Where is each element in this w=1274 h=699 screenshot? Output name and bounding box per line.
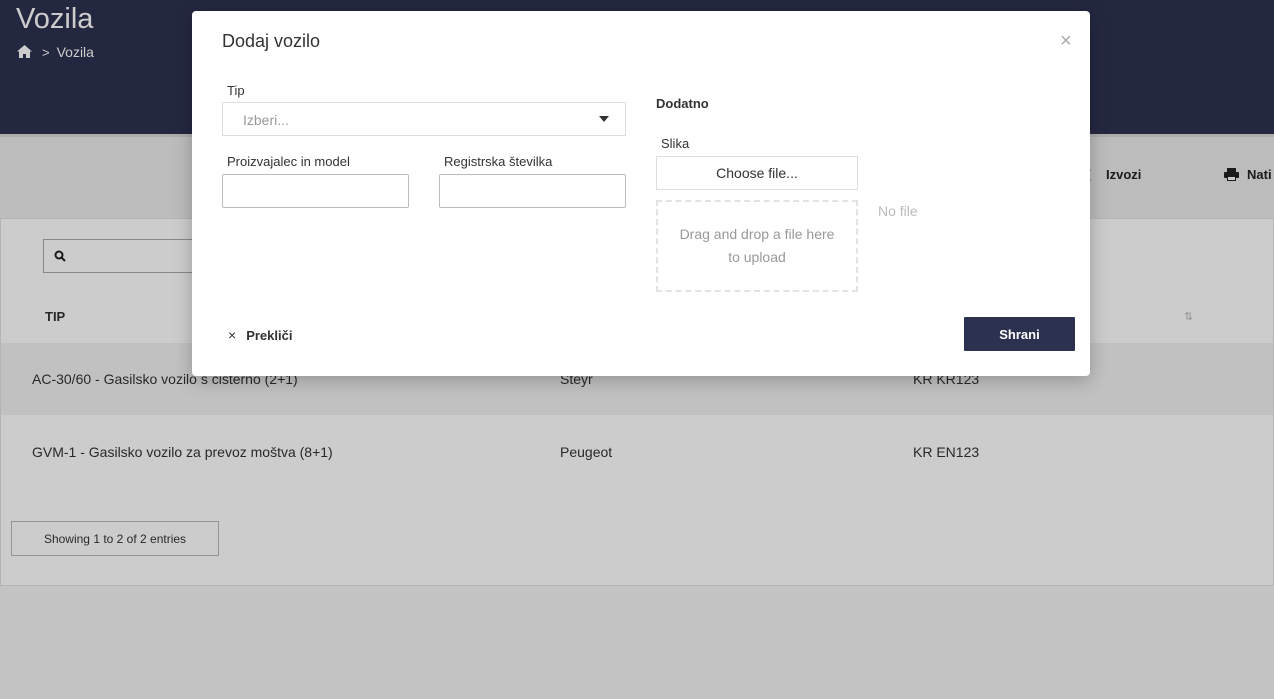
file-dropzone[interactable]: Drag and drop a file here to upload [656, 200, 858, 292]
make-label: Proizvajalec in model [227, 154, 350, 169]
make-field[interactable] [222, 174, 409, 208]
type-placeholder: Izberi... [243, 112, 289, 128]
no-file-text: No file [878, 203, 918, 219]
cancel-button[interactable]: × Prekliči [228, 327, 292, 343]
choose-file-button[interactable]: Choose file... [656, 156, 858, 190]
save-button[interactable]: Shrani [964, 317, 1075, 351]
cancel-label: Prekliči [246, 327, 293, 343]
image-label: Slika [661, 136, 690, 151]
chevron-down-icon [599, 116, 609, 122]
close-icon[interactable]: × [1060, 31, 1072, 51]
type-select[interactable]: Izberi... [222, 102, 626, 136]
modal-title: Dodaj vozilo [222, 31, 321, 51]
section-title: Dodatno [656, 96, 709, 111]
type-label: Tip [227, 83, 245, 98]
add-vehicle-modal: Dodaj vozilo × Tip Izberi... Proizvajale… [192, 11, 1090, 376]
plate-label: Registrska številka [444, 154, 553, 169]
close-icon: × [228, 327, 237, 343]
plate-field[interactable] [439, 174, 626, 208]
